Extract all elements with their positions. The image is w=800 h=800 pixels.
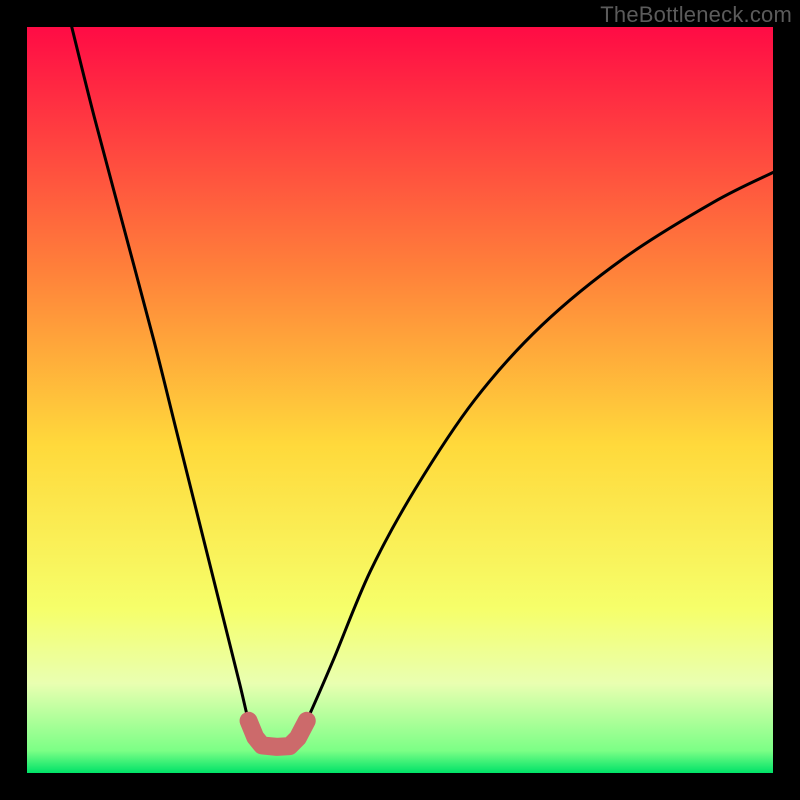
plot-area (27, 27, 773, 773)
gradient-background (27, 27, 773, 773)
watermark-text: TheBottleneck.com (600, 2, 792, 28)
plot-svg (27, 27, 773, 773)
chart-frame: TheBottleneck.com (0, 0, 800, 800)
